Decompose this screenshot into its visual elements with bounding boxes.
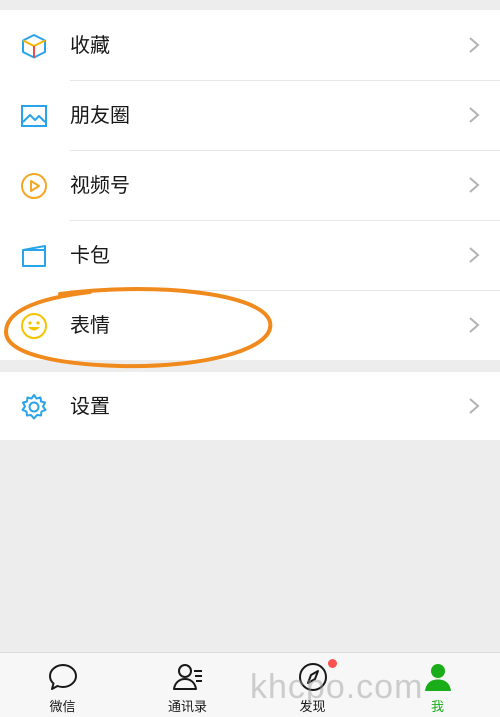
tab-me[interactable]: 我 (375, 653, 500, 717)
menu-item-settings[interactable]: 设置 (0, 372, 500, 440)
compass-icon (299, 663, 327, 691)
menu-item-label: 卡包 (70, 243, 110, 267)
tab-label: 我 (430, 700, 444, 715)
notification-dot (328, 659, 337, 668)
chat-bubble-icon (49, 664, 77, 690)
menu-item-favorites[interactable]: 收藏 (0, 10, 500, 80)
chevron-right-icon (469, 247, 480, 263)
menu-group-settings: 设置 (0, 372, 500, 440)
channels-play-icon (21, 173, 47, 199)
menu-item-label: 收藏 (70, 33, 110, 57)
tab-chats[interactable]: 微信 (0, 653, 125, 717)
card-wallet-icon (22, 245, 46, 267)
menu-item-stickers[interactable]: 表情 (0, 290, 500, 360)
favorites-cube-icon (22, 34, 46, 59)
menu-item-label: 设置 (70, 394, 110, 418)
tab-label: 发现 (299, 700, 326, 715)
tab-discover[interactable]: 发现 (250, 653, 375, 717)
contacts-icon (173, 664, 202, 690)
menu-item-channels[interactable]: 视频号 (0, 150, 500, 220)
moments-image-icon (21, 105, 47, 127)
menu-item-card-wallet[interactable]: 卡包 (0, 220, 500, 290)
chevron-right-icon (469, 107, 480, 123)
chevron-right-icon (469, 317, 480, 333)
me-person-icon (425, 664, 451, 691)
tab-label: 微信 (49, 700, 76, 715)
menu-item-moments[interactable]: 朋友圈 (0, 80, 500, 150)
menu-item-label: 朋友圈 (70, 103, 130, 127)
chevron-right-icon (469, 37, 480, 53)
tab-contacts[interactable]: 通讯录 (125, 653, 250, 717)
gear-icon (21, 394, 47, 420)
top-spacer (0, 0, 500, 10)
chevron-right-icon (469, 398, 480, 414)
tab-label: 通讯录 (167, 700, 207, 715)
bottom-tab-bar: 微信 通讯录 发现 我 (0, 652, 500, 717)
menu-item-label: 表情 (70, 313, 110, 337)
menu-group-main: 收藏 朋友圈 视频号 卡包 表情 (0, 10, 500, 360)
sticker-smile-icon (21, 313, 47, 339)
menu-item-label: 视频号 (70, 173, 130, 197)
chevron-right-icon (469, 177, 480, 193)
